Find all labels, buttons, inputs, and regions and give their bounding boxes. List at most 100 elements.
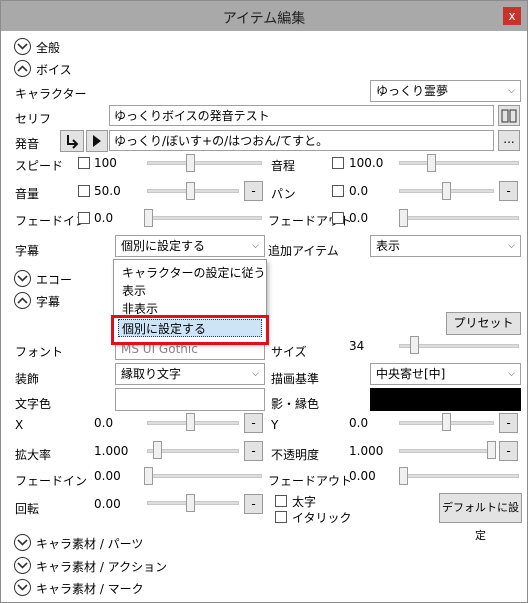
subtitle-fadeout-label: フェードアウト xyxy=(268,474,353,488)
arrow-return-icon xyxy=(67,135,79,149)
section-action-label: キャラ素材 / アクション xyxy=(36,560,168,574)
section-general-label: 全般 xyxy=(36,41,61,55)
item-edit-window: アイテム編集 x 全般 ボイス キャラクター ゆっくり霊夢 ⌵ セリフ ゆっくり… xyxy=(0,0,528,603)
bold-checkbox[interactable] xyxy=(275,495,287,507)
window-title: アイテム編集 xyxy=(222,11,306,27)
text-color-swatch[interactable] xyxy=(115,388,265,411)
fadeout-slider-thumb[interactable] xyxy=(399,209,408,227)
section-parts[interactable]: キャラ素材 / パーツ xyxy=(14,534,214,554)
pronunciation-input[interactable]: ゆっくり/ぼいす+の/はつおん/てすと。 xyxy=(109,130,494,151)
y-label: Y xyxy=(271,418,279,432)
section-general[interactable]: 全般 xyxy=(14,38,94,58)
pan-minus-button[interactable]: - xyxy=(499,181,518,201)
volume-slider-thumb[interactable] xyxy=(186,182,195,200)
italic-checkbox[interactable] xyxy=(275,511,287,523)
subtitle-mode-select[interactable]: 個別に設定する ⌵ xyxy=(115,235,265,257)
fadeout-slider-track[interactable] xyxy=(399,216,519,220)
pitch-slider-track[interactable] xyxy=(399,161,519,165)
rotate-minus-button[interactable]: - xyxy=(244,494,263,514)
book-icon xyxy=(501,109,517,123)
preset-button[interactable]: プリセット xyxy=(446,312,521,335)
section-echo-label: エコー xyxy=(36,273,73,287)
speed-checkbox[interactable] xyxy=(78,157,90,169)
anchor-value: 中央寄せ[中] xyxy=(376,367,446,381)
fadein-value: 0.0 xyxy=(94,211,114,225)
title-bar[interactable]: アイテム編集 x xyxy=(1,1,527,31)
x-label: X xyxy=(15,418,24,432)
speed-slider-track[interactable] xyxy=(147,161,262,165)
fadein-checkbox[interactable] xyxy=(78,212,90,224)
dropdown-option[interactable]: キャラクターの設定に従う xyxy=(122,264,266,282)
section-voice[interactable]: ボイス xyxy=(14,60,94,80)
pan-checkbox[interactable] xyxy=(332,185,344,197)
subtitle-fadein-label: フェードイン xyxy=(15,474,88,488)
highlight-annotation-box xyxy=(111,315,269,345)
convert-button[interactable] xyxy=(60,130,84,152)
shadow-color-label: 影・縁色 xyxy=(271,397,320,411)
character-select-value: ゆっくり霊夢 xyxy=(376,84,449,98)
x-minus-button[interactable]: - xyxy=(244,413,263,433)
pan-value: 0.0 xyxy=(349,184,369,198)
size-value: 34 xyxy=(349,339,365,353)
pitch-slider-thumb[interactable] xyxy=(427,154,436,172)
set-default-button[interactable]: デフォルトに設定 xyxy=(439,493,522,542)
serif-input[interactable]: ゆっくりボイスの発音テスト xyxy=(109,105,494,126)
section-echo[interactable]: エコー xyxy=(14,270,94,290)
fadeout-checkbox[interactable] xyxy=(332,212,344,224)
rotate-slider-thumb[interactable] xyxy=(186,494,195,512)
play-button[interactable] xyxy=(86,130,108,152)
serif-label: セリフ xyxy=(15,112,52,126)
fadein-slider-thumb[interactable] xyxy=(144,209,153,227)
chevron-down-icon: ⌵ xyxy=(252,241,259,251)
pan-label: パン xyxy=(271,187,296,201)
italic-label: イタリック xyxy=(292,511,352,525)
volume-checkbox[interactable] xyxy=(78,185,90,197)
more-button[interactable]: ... xyxy=(498,130,520,151)
anchor-select[interactable]: 中央寄せ[中] ⌵ xyxy=(370,363,521,385)
section-mark[interactable]: キャラ素材 / マーク xyxy=(14,579,214,599)
section-voice-label: ボイス xyxy=(36,63,72,77)
pan-slider-thumb[interactable] xyxy=(442,182,451,200)
section-subtitle[interactable]: 字幕 xyxy=(14,292,94,312)
size-slider-thumb[interactable] xyxy=(410,336,419,354)
chevron-down-icon xyxy=(14,270,31,287)
opacity-slider-thumb[interactable] xyxy=(487,441,496,459)
subtitle-fadeout-thumb[interactable] xyxy=(399,467,408,485)
x-slider-thumb[interactable] xyxy=(186,413,195,431)
play-icon xyxy=(93,135,101,147)
dropdown-option[interactable]: 表示 xyxy=(122,282,146,300)
close-button[interactable]: x xyxy=(503,7,521,25)
pronunciation-label: 発音 xyxy=(15,137,40,151)
pitch-checkbox[interactable] xyxy=(332,157,344,169)
volume-value: 50.0 xyxy=(94,184,121,198)
chevron-down-icon xyxy=(14,579,31,596)
opacity-slider-track[interactable] xyxy=(399,449,494,453)
section-subtitle-label: 字幕 xyxy=(36,295,61,309)
subtitle-mode-value: 個別に設定する xyxy=(121,239,206,253)
dictionary-button[interactable] xyxy=(498,105,520,126)
character-select[interactable]: ゆっくり霊夢 ⌵ xyxy=(370,80,521,102)
subtitle-fadeout-track[interactable] xyxy=(399,474,519,478)
section-parts-label: キャラ素材 / パーツ xyxy=(36,537,144,551)
y-minus-button[interactable]: - xyxy=(499,413,518,433)
additem-select[interactable]: 表示 ⌵ xyxy=(370,235,521,257)
speed-slider-thumb[interactable] xyxy=(186,154,195,172)
chevron-up-icon xyxy=(14,292,31,309)
volume-minus-button[interactable]: - xyxy=(244,181,263,201)
opacity-minus-button[interactable]: - xyxy=(499,441,518,461)
scale-minus-button[interactable]: - xyxy=(244,441,263,461)
decoration-select[interactable]: 縁取り文字 ⌵ xyxy=(115,363,265,385)
subtitle-fadein-track[interactable] xyxy=(147,474,262,478)
shadow-color-swatch[interactable] xyxy=(370,388,521,411)
scale-label: 拡大率 xyxy=(15,448,52,462)
scale-slider-thumb[interactable] xyxy=(153,441,162,459)
pitch-value: 100.0 xyxy=(349,156,384,170)
y-value: 0.0 xyxy=(349,416,369,430)
y-slider-thumb[interactable] xyxy=(442,413,451,431)
decoration-value: 縁取り文字 xyxy=(121,367,182,381)
fadein-slider-track[interactable] xyxy=(147,216,262,220)
section-action[interactable]: キャラ素材 / アクション xyxy=(14,557,214,577)
subtitle-fadein-thumb[interactable] xyxy=(144,467,153,485)
scale-value: 1.000 xyxy=(94,444,129,458)
rotate-label: 回転 xyxy=(15,502,40,516)
